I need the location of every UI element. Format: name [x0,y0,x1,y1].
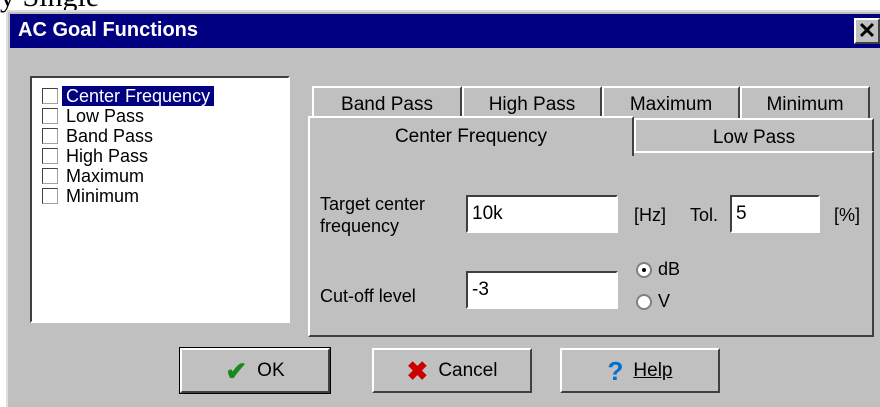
tolerance-label: Tol. [690,205,719,225]
close-icon: ✕ [857,18,877,43]
list-item-label: Low Pass [66,106,145,126]
help-button-label: Help [633,359,673,381]
tab-band-pass[interactable]: Band Pass [312,86,462,120]
goal-function-list[interactable]: Center Frequency Low Pass Band Pass High… [30,76,290,323]
ok-button-label: OK [257,359,285,381]
target-frequency-label-line1: Target center [320,194,426,214]
v-radio[interactable]: V [636,291,670,312]
list-item-label: Maximum [66,166,145,186]
radio-button[interactable] [636,293,652,310]
list-item-maximum[interactable]: Maximum [42,166,148,186]
tab-center-frequency[interactable]: Center Frequency [308,116,634,156]
db-radio[interactable]: dB [636,259,680,280]
cancel-button-label: Cancel [438,359,498,381]
checkbox[interactable] [42,188,58,204]
percent-unit-label: [%] [834,205,861,225]
list-item-label: High Pass [66,146,149,166]
checkbox[interactable] [42,168,58,184]
target-frequency-input[interactable]: 10k [466,195,618,233]
title-bar: AC Goal Functions ✕ [10,14,880,48]
v-radio-label: V [658,291,671,311]
tolerance-input[interactable]: 5 [730,195,820,233]
list-item-minimum[interactable]: Minimum [42,186,143,206]
ac-goal-functions-dialog: AC Goal Functions ✕ Center Frequency Low… [6,10,880,407]
question-icon: ? [607,355,624,386]
list-item-label: Band Pass [66,126,154,146]
list-item-low-pass[interactable]: Low Pass [42,106,148,126]
cutoff-level-input[interactable]: -3 [466,271,618,309]
x-icon: ✖ [406,355,429,386]
list-item-center-frequency[interactable]: Center Frequency [42,86,215,106]
help-button[interactable]: ? Help [560,348,720,393]
tab-minimum[interactable]: Minimum [740,86,870,120]
center-frequency-panel: Target center frequency 10k [Hz] Tol. 5 … [308,151,874,337]
radio-button[interactable] [636,261,652,278]
list-item-label: Center Frequency [62,86,215,106]
cutoff-level-label: Cut-off level [320,286,416,306]
checkbox[interactable] [42,88,58,104]
db-radio-label: dB [658,259,681,279]
list-item-band-pass[interactable]: Band Pass [42,126,157,146]
checkbox[interactable] [42,148,58,164]
tab-maximum[interactable]: Maximum [602,86,740,120]
tab-low-pass[interactable]: Low Pass [634,118,874,154]
dialog-title: AC Goal Functions [18,19,198,41]
close-button[interactable]: ✕ [854,18,880,44]
ok-button[interactable]: ✔ OK [179,347,331,394]
target-frequency-label-line2: frequency [320,216,400,236]
hz-unit-label: [Hz] [634,205,667,225]
checkbox[interactable] [42,128,58,144]
list-item-high-pass[interactable]: High Pass [42,146,152,166]
tab-high-pass[interactable]: High Pass [462,86,602,120]
cancel-button[interactable]: ✖ Cancel [372,348,532,393]
check-icon: ✔ [225,355,248,386]
list-item-label: Minimum [66,186,140,206]
checkbox[interactable] [42,108,58,124]
